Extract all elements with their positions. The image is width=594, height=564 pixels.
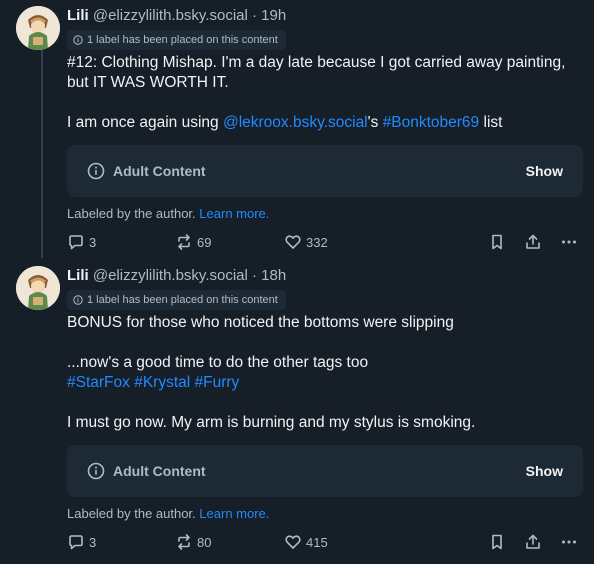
handle-and-time[interactable]: @elizzylilith.bsky.social · 18h [93,267,286,284]
action-bar: 3 69 332 [67,232,580,252]
repost-icon [178,234,190,250]
repost-button[interactable]: 69 [175,232,211,252]
list-line: I am once again using @lekroox.bsky.soci… [67,114,503,131]
more-icon [562,240,576,244]
mention-link[interactable]: @lekroox.bsky.social [223,114,368,131]
bookmark-button[interactable] [488,532,506,552]
share-icon [526,234,540,249]
hashtag-line: #StarFox #Krystal #Furry [67,373,580,393]
post-text: BONUS for those who noticed the bottoms … [67,313,580,433]
reply-icon [69,235,83,250]
bookmark-icon [492,534,502,550]
more-button[interactable] [560,532,578,552]
share-icon [526,534,540,549]
hashtag-link[interactable]: #Krystal [134,374,190,391]
labeled-by: Labeled by the author. Learn more. [67,506,270,521]
repost-count: 80 [197,534,212,550]
label-notice[interactable]: 1 label has been placed on this content [67,290,286,310]
share-button[interactable] [524,532,542,552]
handle-and-time[interactable]: @elizzylilith.bsky.social · 19h [93,7,286,24]
label-notice-text: 1 label has been placed on this content [87,34,278,46]
share-button[interactable] [524,232,542,252]
label-notice[interactable]: 1 label has been placed on this content [67,30,286,50]
repost-icon [178,534,190,550]
bookmark-button[interactable] [488,232,506,252]
display-name[interactable]: Lili [67,7,89,24]
post[interactable]: Lili @elizzylilith.bsky.social · 19h 1 l… [0,0,594,260]
avatar[interactable] [16,6,60,50]
hashtag-link[interactable]: #Furry [195,374,240,391]
text-line: but IT WAS WORTH IT. [67,74,229,91]
display-name[interactable]: Lili [67,267,89,284]
heart-icon [285,535,301,549]
labeled-by: Labeled by the author. Learn more. [67,206,270,221]
repost-button[interactable]: 80 [175,532,211,552]
content-warning[interactable]: Adult Content Show [67,445,583,497]
text-line: I must go now. My arm is burning and my … [67,414,476,431]
avatar[interactable] [16,266,60,310]
show-button[interactable]: Show [526,145,563,197]
heart-icon [285,235,301,249]
info-icon [73,35,83,45]
reply-count: 3 [89,234,97,250]
hashtag-link[interactable]: #StarFox [67,374,130,391]
post-header: Lili @elizzylilith.bsky.social · 19h [67,6,286,26]
action-bar: 3 80 415 [67,532,580,552]
text-line: ...now's a good time to do the other tag… [67,354,369,371]
show-button[interactable]: Show [526,445,563,497]
thread-line [41,50,43,258]
warning-label: Adult Content [113,463,206,479]
post-header: Lili @elizzylilith.bsky.social · 18h [67,266,286,286]
more-button[interactable] [560,232,578,252]
bookmark-icon [492,234,502,250]
label-notice-text: 1 label has been placed on this content [87,294,278,306]
post[interactable]: Lili @elizzylilith.bsky.social · 18h 1 l… [0,260,594,564]
learn-more-link[interactable]: Learn more. [199,206,269,221]
like-count: 332 [306,234,328,250]
content-warning[interactable]: Adult Content Show [67,145,583,197]
warning-label: Adult Content [113,163,206,179]
text-line: #12: Clothing Mishap. I'm a day late bec… [67,54,566,71]
repost-count: 69 [197,234,212,250]
text-line: BONUS for those who noticed the bottoms … [67,314,454,331]
reply-button[interactable]: 3 [67,232,96,252]
alert-circle-icon [87,162,105,180]
reply-count: 3 [89,534,97,550]
hashtag-link[interactable]: #Bonktober69 [383,114,480,131]
info-icon [73,295,83,305]
more-icon [562,540,576,544]
post-text: #12: Clothing Mishap. I'm a day late bec… [67,53,580,133]
learn-more-link[interactable]: Learn more. [199,506,269,521]
alert-circle-icon [87,462,105,480]
like-count: 415 [306,534,328,550]
like-button[interactable]: 415 [284,532,328,552]
like-button[interactable]: 332 [284,232,328,252]
reply-icon [69,535,83,550]
reply-button[interactable]: 3 [67,532,96,552]
